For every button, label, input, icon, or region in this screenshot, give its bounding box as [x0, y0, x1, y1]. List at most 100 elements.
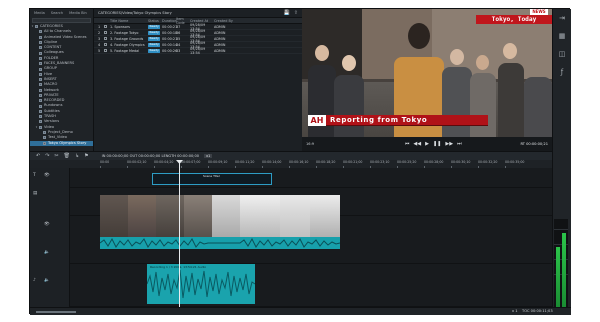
lower-third-graphic: AH Reporting from Tokyo [308, 114, 488, 126]
folder-icon [39, 41, 42, 45]
undo-icon[interactable]: ↶ [36, 153, 40, 159]
folder-icon [39, 125, 42, 129]
folder-icon [39, 30, 42, 34]
insert-icon[interactable]: ↳ [75, 153, 79, 159]
timeline-toolbar: ↶ ↷ ✂ 🗑 ↳ ⚑ IN 00:00:00;00 OUT 00:00:00;… [30, 151, 552, 160]
status-badge: Ready [148, 24, 161, 29]
tab-media[interactable]: Media [32, 11, 47, 15]
row-checkbox[interactable] [104, 31, 107, 34]
table-row[interactable]: 5 5. Footage Medal Ready 00:00:26 33 09/28/09… [94, 47, 302, 55]
column-header-title[interactable]: Title Name [110, 19, 148, 23]
created-by-cell: ADMIN [214, 36, 226, 41]
folder-icon [39, 115, 42, 119]
folder-icon [39, 88, 42, 92]
tree-item[interactable]: Tokyo Olympics Story [30, 140, 93, 146]
status-badge: Ready [148, 48, 161, 53]
person [524, 77, 552, 137]
duration-cell: 00:00:14 [162, 42, 178, 47]
audio-clip[interactable]: Recording 1 / 3 2009, 13:54:21 Audio [147, 264, 255, 304]
eye-icon[interactable]: 👁 [44, 173, 50, 178]
ruler-tick-label: 00:00:25;20 [397, 160, 417, 164]
title-cell: 2. Footage Tokyo [110, 30, 139, 35]
speaker-icon[interactable]: 🔈 [44, 278, 50, 283]
ruler-tick-label: 00:00:32;20 [478, 160, 498, 164]
play-icon[interactable]: ▶ [425, 141, 429, 147]
browser-tabs: Media Search Media Bin [30, 9, 93, 17]
tab-media-bin[interactable]: Media Bin [67, 11, 89, 15]
meter-bar-left [556, 247, 560, 307]
eye-icon[interactable]: 👁 [44, 222, 50, 227]
folder-icon [39, 72, 42, 76]
item-code-cell: 36 [176, 30, 181, 35]
folder-icon [35, 25, 38, 29]
step-back-icon[interactable]: ◀◀ [413, 141, 421, 147]
folder-icon [39, 99, 42, 103]
column-header-item-code[interactable]: Item Code [176, 17, 190, 25]
search-input[interactable] [32, 18, 91, 23]
channel-logo: AH [308, 114, 326, 126]
media-table: 1 1. Sponsors Ready 00:00:21 37 09/28/09 13:5… [94, 23, 302, 55]
person-head [408, 23, 430, 49]
created-by-cell: ADMIN [214, 24, 226, 29]
audio-lane [70, 264, 552, 307]
folder-icon [39, 35, 42, 39]
marker-icon[interactable]: ⚑ [84, 153, 88, 159]
person-head [342, 55, 356, 71]
step-forward-icon[interactable]: ▶▶ [445, 141, 453, 147]
effects-icon[interactable]: ƒ [553, 63, 571, 81]
aspect-ratio-select[interactable]: 16:9 [306, 142, 346, 146]
expand-icon[interactable]: ⇥ [553, 9, 571, 27]
ruler-tick-label: 00:00:09;10 [208, 160, 228, 164]
row-checkbox[interactable] [104, 37, 107, 40]
zoom-slider[interactable] [36, 311, 76, 313]
ruler-tick-label: 00:00:11;20 [235, 160, 255, 164]
video-clip[interactable] [100, 195, 340, 249]
ruler-tick-label: 00:00:23;10 [370, 160, 390, 164]
item-code-cell: 34 [176, 42, 181, 47]
video-frame: NEWS Tokyo, Today AH Reporting from Toky… [302, 9, 552, 137]
speaker-icon[interactable]: 🔈 [44, 250, 50, 255]
grid-icon[interactable]: ◫ [553, 45, 571, 63]
meter-scale-line [554, 229, 568, 230]
title-clip[interactable]: Scene Titel [152, 173, 272, 185]
duration-cell: 00:00:26 [162, 48, 178, 53]
go-to-start-icon[interactable]: ⏮ [405, 141, 410, 147]
item-code-cell: 35 [176, 36, 181, 41]
folder-icon [39, 78, 42, 82]
delete-icon[interactable]: 🗑 [64, 153, 70, 159]
column-header-status[interactable]: Status [148, 19, 162, 23]
tab-search[interactable]: Search [49, 11, 65, 15]
timeline-ruler[interactable]: 00:00 00:00:02;10 00:00:04;20 00:00:07;00 00… [30, 160, 552, 168]
save-icon[interactable]: 💾 [284, 10, 290, 16]
duration-cell: 00:00:18 [162, 30, 178, 35]
status-cell: Ready [148, 24, 162, 29]
status-cell: Ready [148, 36, 162, 41]
track-header-audio: ♪ 🔈 [30, 264, 70, 307]
person-head [315, 45, 329, 61]
column-header-duration[interactable]: Duration [162, 19, 177, 23]
media-list-panel: CATEGORIES/Video/Tokyo Olympics Story 💾 … [94, 9, 302, 151]
person-head [503, 43, 517, 59]
ruler-tick-label: 00:00:04;20 [154, 160, 174, 164]
row-checkbox[interactable] [104, 43, 107, 46]
playhead[interactable] [179, 160, 180, 307]
status-cell: Ready [148, 30, 162, 35]
zoom-level[interactable]: x1 [204, 154, 213, 158]
redo-icon[interactable]: ↷ [45, 153, 49, 159]
duration-cell: 00:00:21 [162, 36, 178, 41]
row-checkbox[interactable] [104, 25, 107, 28]
column-header-created-by[interactable]: Created By [214, 19, 234, 23]
pause-icon[interactable]: ❚❚ [433, 141, 441, 147]
waveform [100, 237, 340, 248]
folder-icon [43, 141, 46, 145]
track-header-title: T 👁 [30, 168, 70, 188]
ruler-tick-label: 00:00:02;10 [127, 160, 147, 164]
cut-icon[interactable]: ✂ [54, 153, 58, 159]
row-checkbox[interactable] [104, 49, 107, 52]
share-icon[interactable]: ⇪ [294, 10, 298, 16]
person [308, 65, 336, 137]
layout-icon[interactable]: ▦ [553, 27, 571, 45]
folder-icon [39, 67, 42, 71]
go-to-end-icon[interactable]: ⏭ [457, 141, 462, 147]
title-cell: 3. Footage Grounds [110, 36, 144, 41]
